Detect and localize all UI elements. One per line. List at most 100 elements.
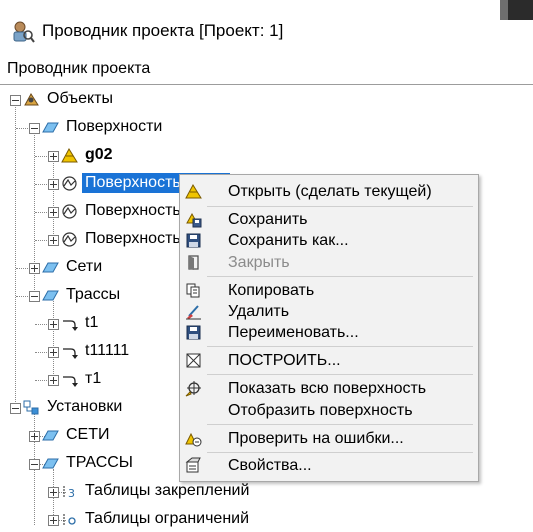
window-edge <box>500 0 508 20</box>
tree-line <box>16 296 28 297</box>
project-explorer-icon <box>13 21 35 43</box>
panel-header-label: Проводник проекта <box>7 60 151 77</box>
tree-label: Таблицы закреплений <box>85 482 250 499</box>
menu-item-label: Показать всю поверхность <box>228 380 427 397</box>
alignment-icon <box>63 320 78 331</box>
tree-node-anchor-tables[interactable]: 3 Таблицы закреплений <box>47 480 287 504</box>
expand-toggle[interactable] <box>48 375 59 386</box>
menu-item-save[interactable]: Сохранить <box>180 209 478 231</box>
window-title: Проводник проекта [Проект: 1] <box>42 21 284 40</box>
tree-node-settings-alignments[interactable]: ТРАССЫ <box>28 452 178 476</box>
objects-icon <box>24 93 39 106</box>
tree-node-alignment-t1-cyr[interactable]: т1 <box>47 368 177 392</box>
collapse-toggle[interactable] <box>29 291 40 302</box>
tree-node-alignment-t11111[interactable]: t11111 <box>47 340 177 364</box>
check-surface-icon <box>185 432 202 447</box>
menu-item-label: Переименовать... <box>228 324 359 341</box>
menu-item-label: Сохранить <box>228 211 308 228</box>
tree-node-surface[interactable]: Поверхность <box>47 200 180 224</box>
expand-toggle[interactable] <box>48 235 59 246</box>
surface-icon <box>62 176 77 191</box>
expand-toggle[interactable] <box>48 179 59 190</box>
menu-separator <box>207 346 473 347</box>
panel-header: Проводник проекта <box>0 56 533 85</box>
menu-item-build[interactable]: ПОСТРОИТЬ... <box>180 350 478 372</box>
floppy-icon <box>186 325 201 340</box>
menu-item-copy[interactable]: Копировать <box>180 280 478 302</box>
tree-label: Поверхность <box>85 202 180 219</box>
menu-separator <box>207 374 473 375</box>
menu-item-delete[interactable]: Удалить <box>180 301 478 323</box>
alignment-icon <box>63 348 78 359</box>
tree-node-g02[interactable]: g02 <box>47 144 247 168</box>
menu-item-label: Удалить <box>228 303 290 320</box>
menu-item-close[interactable]: Закрыть <box>180 252 478 274</box>
tree-label: Поверхности <box>66 118 163 135</box>
folder-icon <box>42 262 59 273</box>
menu-item-label: Отобразить поверхность <box>228 402 413 419</box>
tree-line <box>35 240 47 241</box>
copy-icon <box>186 283 200 298</box>
menu-item-label: Проверить на ошибки... <box>228 430 404 447</box>
menu-item-display[interactable]: Отобразить поверхность <box>180 400 478 422</box>
expand-toggle[interactable] <box>48 487 59 498</box>
zoom-extents-icon <box>185 381 201 397</box>
properties-icon <box>185 457 201 473</box>
menu-item-label: Свойства... <box>228 457 312 474</box>
collapse-toggle[interactable] <box>10 403 21 414</box>
menu-item-show-all[interactable]: Показать всю поверхность <box>180 378 478 400</box>
background-window <box>508 0 533 20</box>
expand-toggle[interactable] <box>48 151 59 162</box>
tree-label: g02 <box>85 146 113 163</box>
menu-item-label: Закрыть <box>228 254 290 271</box>
expand-toggle[interactable] <box>48 515 59 526</box>
tree-label: Сети <box>66 258 103 275</box>
tree-node-surfaces[interactable]: Поверхности <box>28 116 228 140</box>
table-icon: 3 <box>63 486 75 500</box>
folder-icon <box>42 458 59 469</box>
surface-icon <box>62 204 77 219</box>
tree-node-surface[interactable]: Поверхность <box>47 228 180 252</box>
folder-icon <box>42 122 59 133</box>
tree-line <box>16 268 28 269</box>
menu-item-open-current[interactable]: Открыть (сделать текущей) <box>180 181 478 203</box>
expand-toggle[interactable] <box>48 347 59 358</box>
menu-item-label: Открыть (сделать текущей) <box>228 183 432 200</box>
tree-line <box>35 212 47 213</box>
tree-line <box>35 324 47 325</box>
tree-label: ТРАССЫ <box>66 454 133 471</box>
expand-toggle[interactable] <box>48 319 59 330</box>
tree-label: t11111 <box>85 342 130 359</box>
context-menu: Открыть (сделать текущей) Сохранить Сохр… <box>179 174 479 482</box>
expand-toggle[interactable] <box>48 207 59 218</box>
tree-label: Установки <box>47 398 123 415</box>
menu-item-save-as[interactable]: Сохранить как... <box>180 230 478 252</box>
expand-toggle[interactable] <box>29 263 40 274</box>
tree-node-objects[interactable]: Объекты <box>9 88 209 112</box>
tree-node-constraint-tables[interactable]: Таблицы ограничений <box>47 508 287 532</box>
menu-separator <box>207 424 473 425</box>
menu-item-rename[interactable]: Переименовать... <box>180 322 478 344</box>
expand-toggle[interactable] <box>29 431 40 442</box>
tree-label: Трассы <box>66 286 121 303</box>
door-icon <box>188 255 199 270</box>
collapse-toggle[interactable] <box>10 95 21 106</box>
tree-node-alignment-t1[interactable]: t1 <box>47 312 177 336</box>
tree-label: СЕТИ <box>66 426 110 443</box>
folder-icon <box>42 290 59 301</box>
tree-line <box>35 380 47 381</box>
active-surface-icon <box>61 147 78 163</box>
tree-node-networks[interactable]: Сети <box>28 256 178 280</box>
save-surface-icon <box>186 212 202 228</box>
collapse-toggle[interactable] <box>29 459 40 470</box>
menu-item-properties[interactable]: Свойства... <box>180 455 478 477</box>
menu-separator <box>207 206 473 207</box>
active-surface-icon <box>185 183 202 199</box>
surface-icon <box>62 232 77 247</box>
tree-node-settings-networks[interactable]: СЕТИ <box>28 424 178 448</box>
tree-node-alignments[interactable]: Трассы <box>28 284 178 308</box>
menu-item-check-errors[interactable]: Проверить на ошибки... <box>180 428 478 450</box>
tree-label: Таблицы ограничений <box>85 510 250 527</box>
collapse-toggle[interactable] <box>29 123 40 134</box>
menu-item-label: Сохранить как... <box>228 232 349 249</box>
